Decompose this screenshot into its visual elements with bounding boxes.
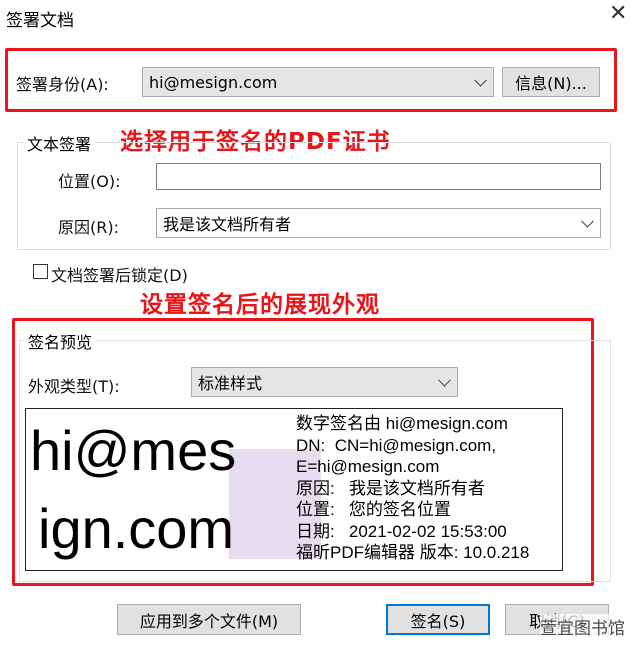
signature-preview: hi@mes ign.com 数字签名由 hi@mesign.com DN: C…: [25, 408, 563, 571]
detail-line: E=hi@mesign.com: [296, 457, 440, 476]
detail-line: 福昕PDF编辑器 版本: 10.0.218: [296, 543, 530, 562]
reason-select-value: 我是该文档所有者: [163, 215, 292, 234]
detail-line: DN: CN=hi@mesign.com,: [296, 435, 497, 455]
detail-line: 数字签名由 hi@mesign.com: [296, 414, 508, 433]
chevron-down-icon: [474, 73, 487, 87]
close-icon[interactable]: ✕: [609, 2, 627, 26]
text-signature-group-title: 文本签署: [23, 131, 96, 155]
location-label: 位置(O):: [58, 172, 121, 191]
identity-select[interactable]: hi@mesign.com: [142, 67, 494, 97]
apply-to-multiple-files-button[interactable]: 应用到多个文件(M): [117, 604, 301, 635]
lock-after-sign-label[interactable]: 文档签署后锁定(D): [51, 262, 188, 286]
appearance-type-label: 外观类型(T):: [28, 377, 120, 396]
identity-label: 签署身份(A):: [16, 75, 109, 94]
sign-button[interactable]: 签名(S): [386, 604, 490, 635]
info-button[interactable]: 信息(N)...: [502, 67, 600, 97]
lock-after-sign-checkbox[interactable]: [33, 264, 48, 279]
annotation-set-appearance: 设置签名后的展现外观: [140, 292, 380, 318]
chevron-down-icon: [438, 373, 451, 387]
detail-line: 原因: 我是该文档所有者: [296, 478, 485, 498]
appearance-type-value: 标准样式: [198, 374, 263, 393]
chevron-down-icon: [581, 214, 594, 228]
detail-line: 日期: 2021-02-02 15:53:00: [296, 521, 507, 541]
reason-label: 原因(R):: [58, 218, 119, 237]
signer-name-line1: hi@mes: [30, 419, 237, 482]
reason-select[interactable]: 我是该文档所有者: [156, 208, 601, 238]
signature-details: 数字签名由 hi@mesign.com DN: CN=hi@mesign.com…: [296, 413, 529, 564]
detail-line: 位置: 您的签名位置: [296, 500, 451, 519]
window-title: 签署文档: [6, 11, 74, 31]
signature-preview-group-title: 签名预览: [24, 329, 97, 353]
site-watermark: 萱宜图书馆: [540, 614, 625, 639]
signer-name-line2: ign.com: [38, 497, 235, 560]
identity-select-value: hi@mesign.com: [149, 72, 278, 92]
location-input[interactable]: [156, 163, 601, 190]
appearance-type-select[interactable]: 标准样式: [191, 367, 458, 397]
